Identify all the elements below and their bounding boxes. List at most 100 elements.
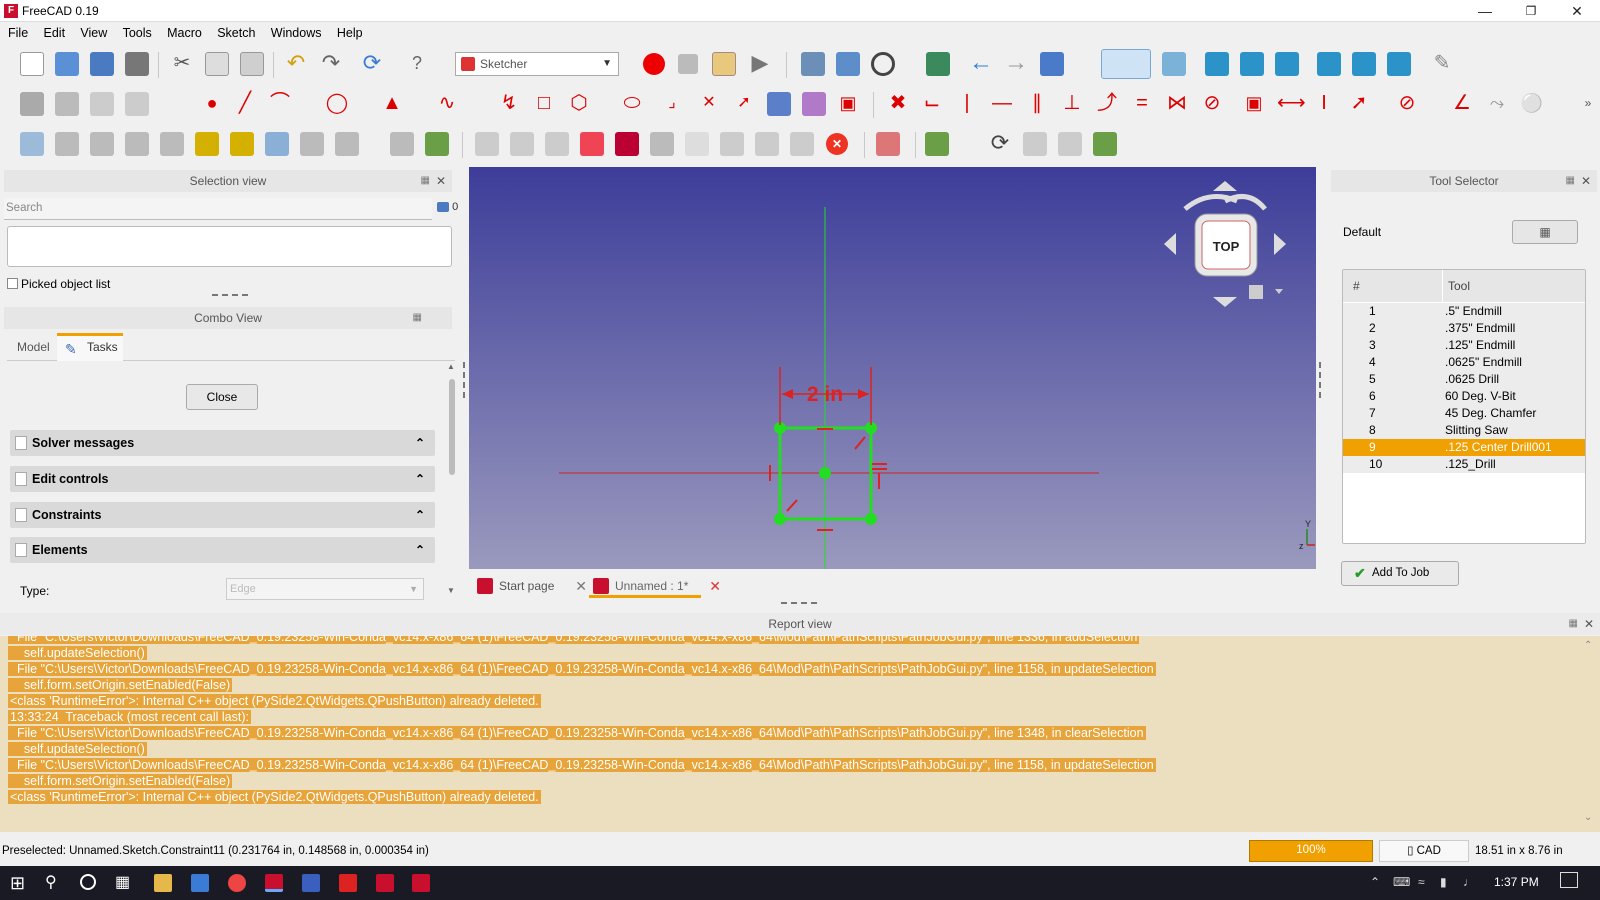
show-hide-internal-icon[interactable]	[265, 132, 289, 156]
center-point[interactable]	[819, 467, 831, 479]
constrain-lock-icon[interactable]: ▣	[1242, 92, 1266, 116]
create-conic-icon[interactable]: ▲	[380, 92, 404, 116]
clear-search-icon[interactable]	[437, 202, 449, 213]
constrain-perpendicular-icon[interactable]: ⊥	[1060, 92, 1084, 116]
tray-wifi-icon[interactable]: ≈	[1418, 875, 1425, 889]
close-sketch-button[interactable]: Close	[186, 384, 258, 410]
create-arc-icon[interactable]: ⌒	[268, 92, 292, 116]
create-rectangle-icon[interactable]: □	[532, 92, 556, 116]
toolbar-overflow-icon[interactable]: »	[1580, 92, 1596, 116]
edit-controls-section[interactable]: Edit controls ⌃	[10, 466, 435, 492]
macro-record-icon[interactable]	[643, 53, 665, 75]
path-grid-icon[interactable]	[1058, 132, 1082, 156]
constrain-vertical-distance-icon[interactable]: I	[1312, 92, 1336, 116]
path-rotate-icon[interactable]: ⟳	[988, 132, 1012, 156]
select-horizontal-axis-icon[interactable]	[160, 132, 184, 156]
freecad-taskbar-icon[interactable]	[265, 874, 283, 892]
constrain-radius-icon[interactable]: ⊘	[1395, 92, 1419, 116]
constrain-tangent-icon[interactable]: ⤴	[1095, 92, 1119, 116]
constrain-symmetric-icon[interactable]: ⋈	[1165, 92, 1189, 116]
rear-view-icon[interactable]	[1317, 52, 1341, 76]
menu-file[interactable]: File	[0, 22, 28, 40]
path-dressup-icon[interactable]	[685, 132, 709, 156]
constrain-point-on-object-icon[interactable]: ⌙	[920, 92, 944, 116]
column-header-tool[interactable]: Tool	[1443, 270, 1585, 302]
notifications-icon[interactable]	[1560, 872, 1578, 888]
select-origin-icon[interactable]	[90, 132, 114, 156]
path-copy-icon[interactable]	[720, 132, 744, 156]
select-redundant-icon[interactable]	[195, 132, 219, 156]
back-icon[interactable]: ←	[969, 51, 993, 76]
tray-network-icon[interactable]: ⌨	[1393, 875, 1410, 889]
tool-row[interactable]: 3 .125" Endmill	[1343, 337, 1585, 354]
isometric-view-icon[interactable]	[1162, 52, 1186, 76]
tool-row[interactable]: 5 .0625 Drill	[1343, 371, 1585, 388]
cortana-icon[interactable]	[80, 874, 96, 890]
minimize-button[interactable]: —	[1462, 0, 1508, 22]
freecad-taskbar-icon-3[interactable]	[412, 874, 430, 892]
nav-right-arrow-icon[interactable]	[1274, 233, 1286, 255]
path-setup-icon[interactable]	[1093, 132, 1117, 156]
copy-icon[interactable]	[205, 52, 229, 76]
create-circle-icon[interactable]: ◯	[325, 92, 349, 116]
right-view-icon[interactable]	[1275, 52, 1299, 76]
acrobat-icon[interactable]	[339, 874, 357, 892]
report-view-log[interactable]: File "C:\Users\Victor\Downloads\FreeCAD_…	[0, 636, 1600, 832]
navigation-cube[interactable]: TOP	[1164, 181, 1286, 307]
selection-search-input[interactable]: Search	[4, 198, 432, 220]
clone-icon[interactable]	[335, 132, 359, 156]
constrain-horizontal-distance-icon[interactable]: ⟷	[1277, 92, 1306, 116]
path-post-process-icon[interactable]	[510, 132, 534, 156]
nav-left-arrow-icon[interactable]	[1164, 233, 1176, 255]
menu-tools[interactable]: Tools	[115, 22, 152, 40]
splitter-handle[interactable]	[212, 294, 248, 296]
new-document-icon[interactable]	[20, 52, 44, 76]
dimension-label[interactable]: 2 in	[807, 383, 843, 406]
windows-start-icon[interactable]: ⊞	[10, 874, 28, 892]
rotate-right-arrow-icon[interactable]	[1223, 194, 1267, 211]
path-tool-icon[interactable]	[925, 132, 949, 156]
create-polygon-icon[interactable]: ⬡	[567, 92, 591, 116]
search-icon[interactable]: ⚲	[45, 874, 63, 892]
create-bspline-icon[interactable]: ∿	[435, 92, 459, 116]
menu-sketch[interactable]: Sketch	[209, 22, 255, 40]
create-slot-icon[interactable]: ⬭	[620, 92, 644, 116]
scroll-down-icon[interactable]: ▼	[447, 586, 455, 595]
symmetry-icon[interactable]	[300, 132, 324, 156]
add-to-job-button[interactable]: ✔ Add To Job	[1341, 561, 1459, 586]
type-select[interactable]: Edge ▼	[226, 578, 424, 600]
macro-edit-icon[interactable]	[712, 52, 736, 76]
close-window-button[interactable]: ✕	[1554, 0, 1600, 22]
refresh-icon[interactable]: ⟳	[360, 52, 384, 76]
workbench-selector[interactable]: Sketcher ▼	[455, 52, 619, 76]
bounding-box-icon[interactable]	[926, 52, 950, 76]
std-view-zoom-icon[interactable]	[1101, 49, 1151, 79]
tool-row[interactable]: 10 .125_Drill	[1343, 456, 1585, 473]
float-icon[interactable]: ▦	[413, 307, 422, 329]
tool-row[interactable]: 4 .0625" Endmill	[1343, 354, 1585, 371]
whats-this-icon[interactable]: ?	[405, 52, 429, 76]
tab-start-page[interactable]: Start page ✕	[473, 574, 587, 598]
stop-icon[interactable]: ✕	[826, 133, 848, 155]
undo-icon[interactable]: ↶	[284, 52, 308, 76]
file-explorer-icon[interactable]	[154, 874, 172, 892]
3d-viewport[interactable]: 2 in TOP Y z	[469, 167, 1316, 569]
create-fillet-icon[interactable]: ⌟	[660, 92, 684, 116]
scroll-up-icon[interactable]: ▲	[447, 362, 455, 371]
nav-cube-menu-icon[interactable]	[1249, 285, 1263, 299]
select-vertical-axis-icon[interactable]	[125, 132, 149, 156]
bottom-view-icon[interactable]	[1352, 52, 1376, 76]
column-header-number[interactable]: #	[1343, 270, 1443, 302]
extend-edge-icon[interactable]: ➚	[732, 92, 756, 116]
path-inspect-icon[interactable]	[580, 132, 604, 156]
tray-battery-icon[interactable]: ▮	[1440, 875, 1447, 889]
elements-section[interactable]: Elements ⌃	[10, 537, 435, 563]
tool-row[interactable]: 7 45 Deg. Chamfer	[1343, 405, 1585, 422]
path-array-icon[interactable]	[755, 132, 779, 156]
clock[interactable]: 1:37 PM	[1494, 875, 1539, 889]
path-axis-icon[interactable]	[1023, 132, 1047, 156]
trim-edge-icon[interactable]: ✕	[697, 92, 721, 116]
nav-up-arrow-icon[interactable]	[1213, 181, 1237, 191]
select-constraints-icon[interactable]	[55, 132, 79, 156]
tray-volume-icon[interactable]: ♩	[1463, 875, 1475, 889]
